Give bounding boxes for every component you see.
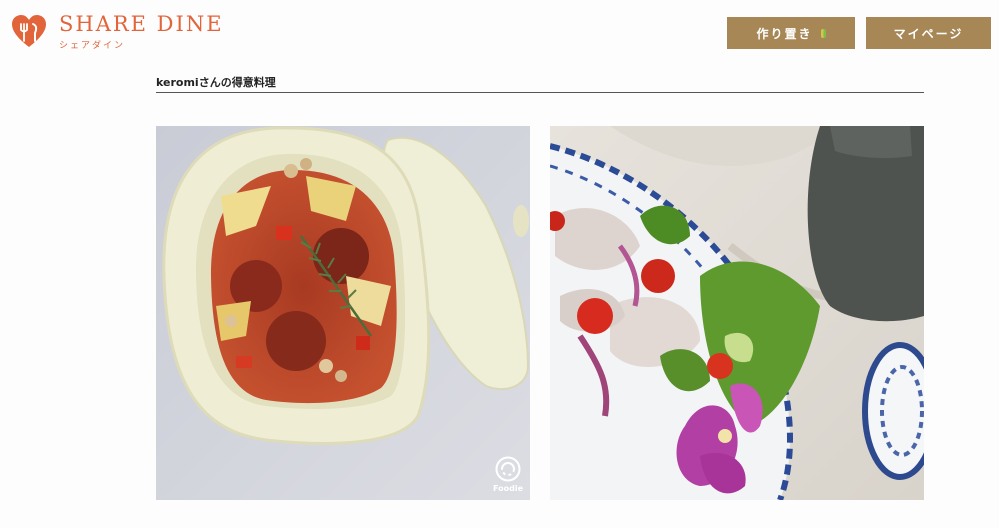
logo-title: SHARE DINE <box>59 12 224 36</box>
mypage-label: マイページ <box>893 26 964 41</box>
foodie-watermark: Foodie <box>492 456 524 493</box>
dish-photo-2[interactable] <box>550 126 924 500</box>
heart-fork-logo-icon <box>12 15 46 47</box>
page-title: keromiさんの得意料理 <box>156 76 276 89</box>
foodie-logo-icon <box>495 456 521 482</box>
stew-image <box>156 126 530 500</box>
tsukurioki-label: 作り置き <box>756 26 813 41</box>
dish-photo-1[interactable]: Foodie <box>156 126 530 500</box>
tsukurioki-button[interactable]: 作り置き <box>727 17 855 49</box>
mypage-button[interactable]: マイページ <box>866 17 991 49</box>
logo-subtitle: シェアダイン <box>59 41 126 51</box>
title-divider <box>156 92 924 93</box>
foodie-label: Foodie <box>492 484 524 493</box>
site-logo[interactable]: SHARE DINE シェアダイン <box>11 12 224 51</box>
salad-image <box>550 126 924 500</box>
leaf-icon <box>820 28 826 38</box>
